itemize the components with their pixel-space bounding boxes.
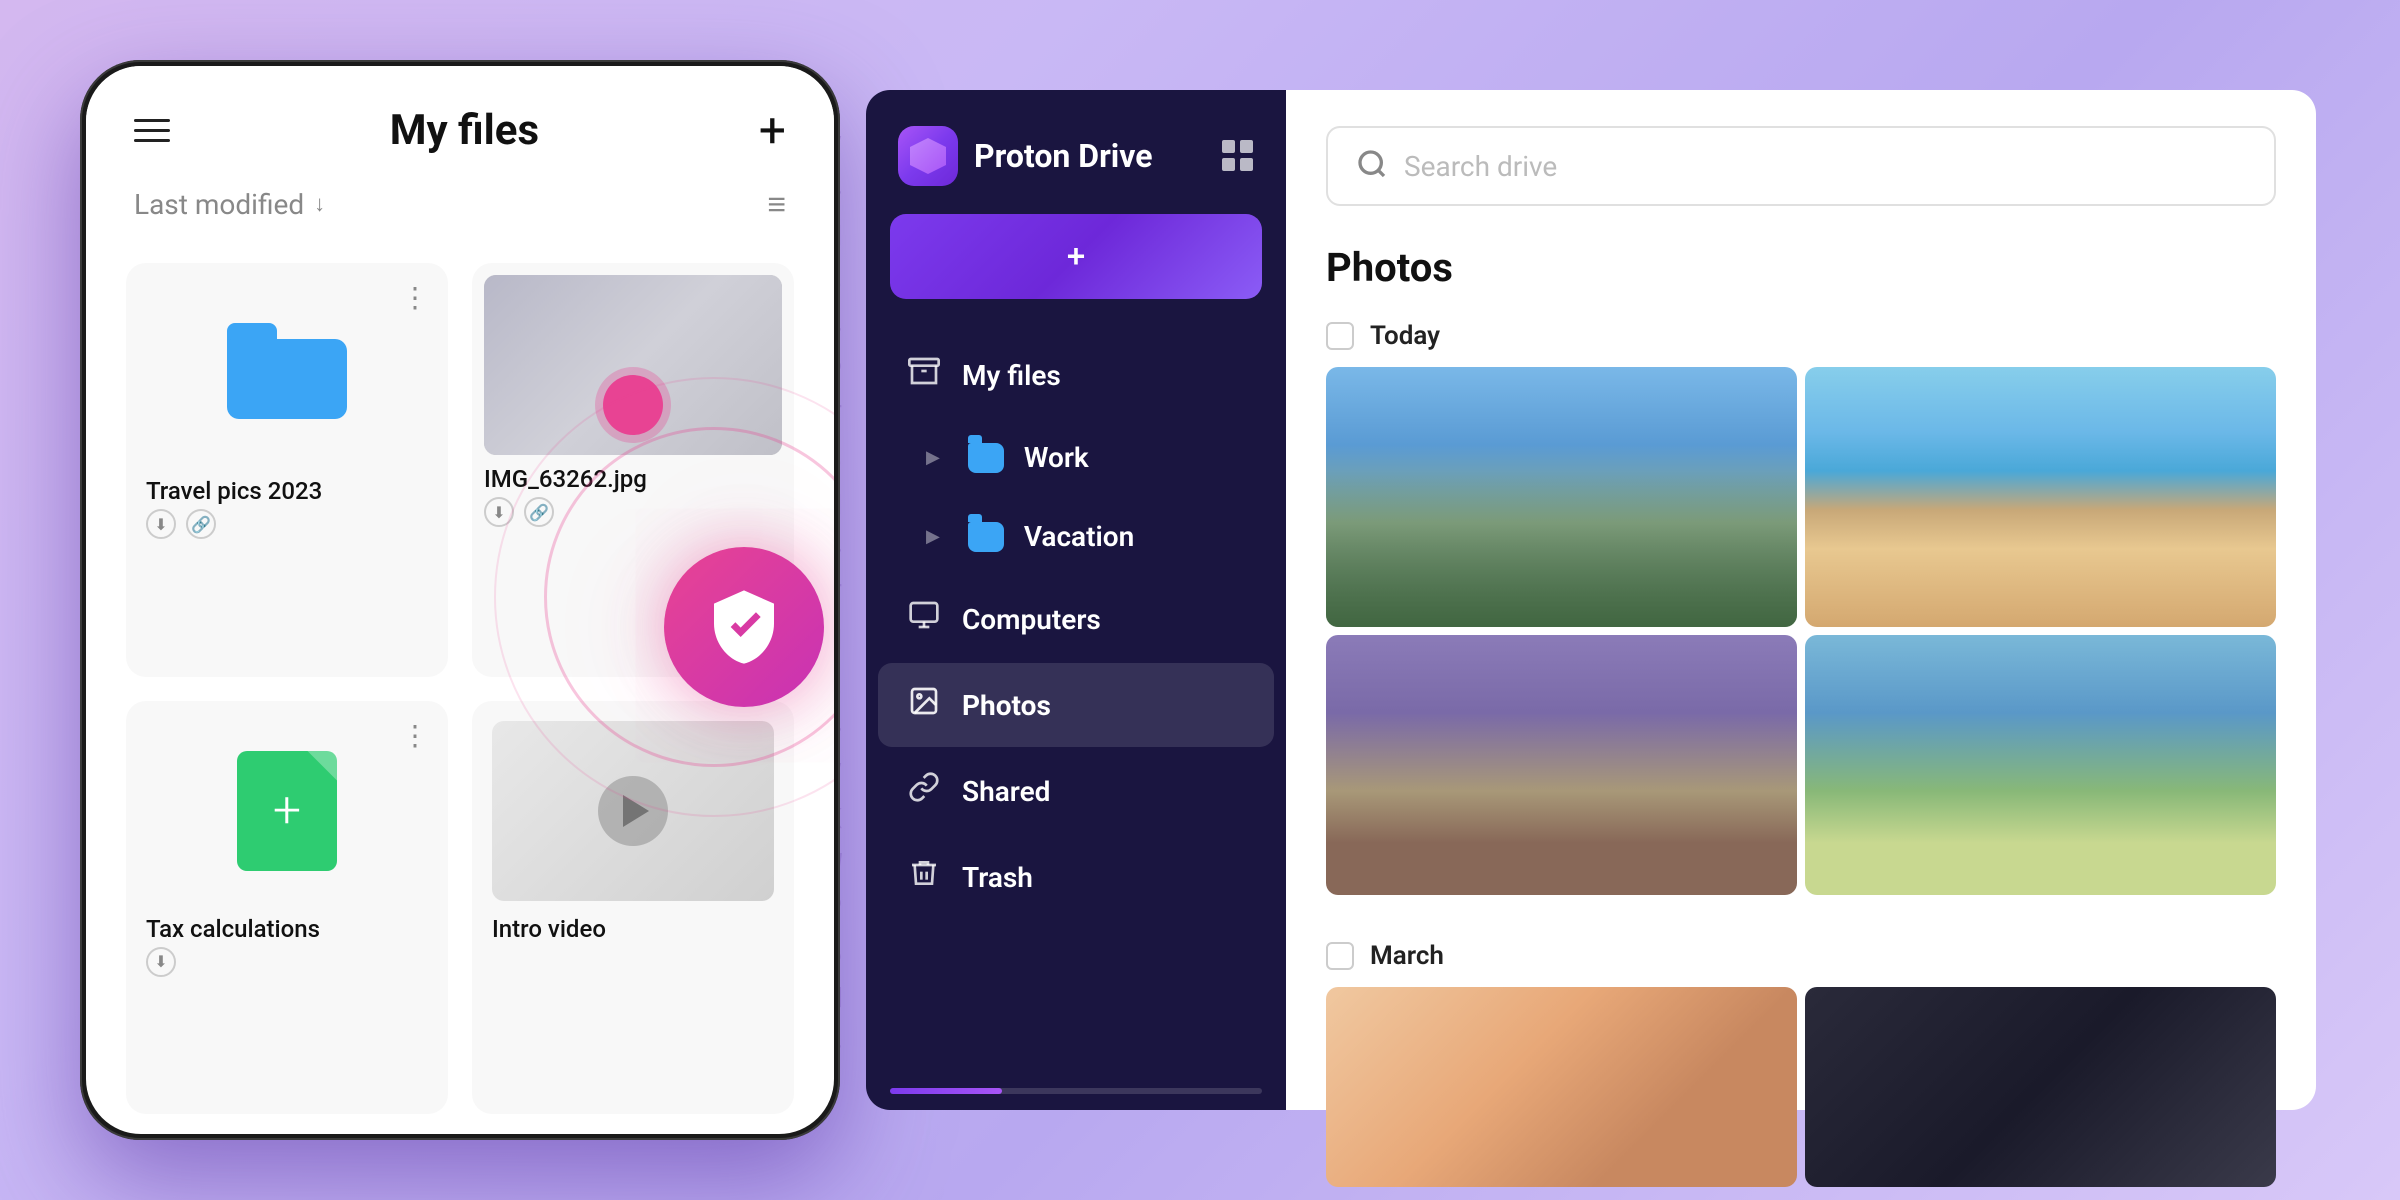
sort-label[interactable]: Last modified ↓ [134,188,325,221]
file-name: Intro video [492,915,774,943]
search-bar[interactable]: Search drive [1326,126,2276,206]
sidebar-item-label: Vacation [1024,520,1134,553]
list-view-toggle[interactable]: ≡ [767,185,786,223]
section-checkbox[interactable] [1326,942,1354,970]
sidebar-item-label: Trash [962,861,1033,894]
sort-bar: Last modified ↓ ≡ [86,175,834,243]
folder-icon [968,443,1004,473]
photo-grid-march [1286,987,2316,1187]
proton-logo [898,126,958,186]
storage-indicator [866,1072,1286,1110]
app-grid-icon[interactable] [1222,140,1254,172]
list-item[interactable]: ⋮ + Tax calculations ⬇ [126,701,448,1115]
list-item[interactable]: ⋮ IMG_63262.jpg [472,263,794,677]
proton-logo-inner [910,138,946,174]
photo-grid-today [1286,367,2316,915]
file-name: Tax calculations [146,915,428,943]
sidebar-item-my-files[interactable]: My files [878,333,1274,417]
sidebar-item-work[interactable]: ▶ Work [878,419,1274,496]
photo-tile[interactable] [1326,367,1797,627]
search-icon [1356,148,1388,184]
plus-sign: + [273,782,301,840]
sidebar-item-shared[interactable]: Shared [878,749,1274,833]
list-item[interactable]: ⋮ Travel pics 2023 ⬇ 🔗 [126,263,448,677]
sort-label-text: Last modified [134,188,304,221]
sidebar-item-label: My files [962,359,1061,392]
phone-screen: My files + Last modified ↓ ≡ ⋮ [86,66,834,1134]
more-options-button[interactable]: ⋮ [401,719,430,752]
link-icon [906,771,942,811]
phone-frame: My files + Last modified ↓ ≡ ⋮ [80,60,840,1140]
chevron-icon: ▶ [926,526,940,547]
sidebar-item-vacation[interactable]: ▶ Vacation [878,498,1274,575]
hamburger-menu-button[interactable] [134,119,170,142]
photo-tile[interactable] [1326,635,1797,895]
sort-arrow-icon: ↓ [314,191,325,217]
files-grid: ⋮ Travel pics 2023 ⬇ 🔗 ⋮ [86,243,834,1134]
sidebar-item-photos[interactable]: Photos [878,663,1274,747]
trash-icon [906,857,942,897]
folder-icon [227,323,347,423]
inbox-icon [906,355,942,395]
folder-icon [968,522,1004,552]
sidebar-item-label: Shared [962,775,1050,808]
more-options-button[interactable]: ⋮ [401,281,430,314]
shield-badge [664,547,824,707]
photo-tile[interactable] [1805,367,2276,627]
sidebar-item-label: Computers [962,603,1101,636]
file-name: Travel pics 2023 [146,477,428,505]
search-input[interactable]: Search drive [1404,150,1557,183]
link-icon[interactable]: 🔗 [186,509,216,539]
file-actions: ⬇ 🔗 [146,509,428,539]
phone-header: My files + [86,66,834,175]
mobile-phone: My files + Last modified ↓ ≡ ⋮ [80,60,840,1140]
add-button[interactable]: + [759,107,786,155]
photo-tile[interactable] [1805,635,2276,895]
photo-tile[interactable] [1805,987,2276,1187]
sidebar-header: Proton Drive [866,90,1286,214]
sidebar-item-label: Photos [962,689,1051,722]
photo-tile[interactable] [1326,987,1797,1187]
storage-bar-fill [890,1088,1002,1094]
file-icon-area: + [146,721,428,901]
right-panel: Search drive Photos Today March [1286,90,2316,1110]
file-actions: ⬇ [146,947,428,977]
section-march: March [1286,931,2316,987]
image-icon [906,685,942,725]
chevron-icon: ▶ [926,447,940,468]
phone-title: My files [390,106,539,155]
section-date-label: Today [1370,321,1440,351]
download-icon[interactable]: ⬇ [146,947,176,977]
sidebar-item-trash[interactable]: Trash [878,835,1274,919]
nav-section: My files ▶ Work ▶ Vacation [866,323,1286,1072]
section-today: Today [1286,311,2316,367]
download-icon[interactable]: ⬇ [146,509,176,539]
new-button[interactable]: + [890,214,1262,299]
sidebar-item-computers[interactable]: Computers [878,577,1274,661]
page-title: Photos [1286,234,2316,311]
section-date-label: March [1370,941,1444,971]
document-icon: + [237,751,337,871]
file-icon-area [146,283,428,463]
monitor-icon [906,599,942,639]
storage-bar-background [890,1088,1262,1094]
app-name: Proton Drive [974,137,1222,175]
section-checkbox[interactable] [1326,322,1354,350]
new-button-label: + [1067,238,1086,275]
desktop-sidebar: Proton Drive + My files ▶ [866,90,1286,1110]
sidebar-item-label: Work [1024,441,1089,474]
